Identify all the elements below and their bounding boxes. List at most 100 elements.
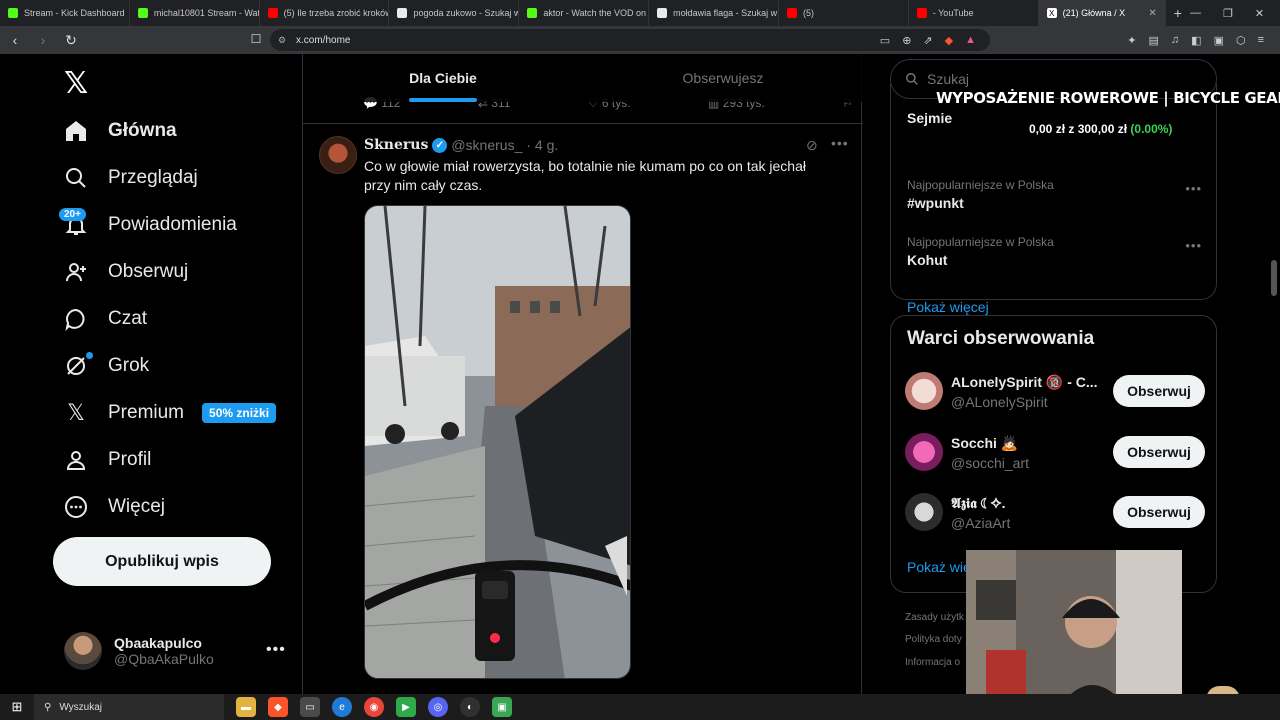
wallet-icon[interactable]: ▣ [1214, 34, 1224, 47]
follow-button[interactable]: Obserwuj [1113, 436, 1205, 468]
restore-icon[interactable]: ❐ [1223, 7, 1233, 20]
scrollbar-thumb[interactable] [1271, 260, 1277, 296]
trend-more-icon[interactable]: ••• [1185, 238, 1202, 253]
follow-suggestion[interactable]: ALonelySpirit 🔞 - C... @ALonelySpirit Ob… [905, 372, 1205, 418]
chrome-browser-icon[interactable]: ◉ [364, 697, 384, 717]
trend-item[interactable]: Najpopularniejsze w Polska #wpunkt [907, 178, 1054, 211]
follow-button[interactable]: Obserwuj [1113, 496, 1205, 528]
tab-title: Stream - Kick Dashboard [24, 8, 125, 18]
share-icon[interactable]: ⇗ [923, 34, 932, 47]
vpn-icon[interactable]: ⬡ [1236, 34, 1246, 47]
trend-title: Sejmie [907, 110, 953, 126]
brave-shield-icon[interactable]: ◆ [945, 34, 953, 47]
browser-tab[interactable]: michal10801 Stream - Watch L [130, 0, 260, 26]
tab-following[interactable]: Obserwujesz [583, 54, 863, 102]
tab-title: pogoda zukowo - Szukaj w Go [413, 8, 518, 18]
nav-item-more[interactable]: Więcej [62, 493, 165, 521]
page-scrollbar[interactable] [1268, 54, 1280, 694]
obs-icon[interactable]: ◐ [460, 697, 480, 717]
url-field[interactable]: ⚙ x.com/home ▭ ⊕ ⇗ ◆ ▲ [270, 29, 990, 51]
follow-suggestion[interactable]: Socchi 🙇🏻 @socchi_art Obserwuj [905, 433, 1205, 479]
media-player-icon[interactable]: ▶ [396, 697, 416, 717]
nav-item-explore[interactable]: Przeglądaj [62, 164, 198, 192]
tweet-author-handle[interactable]: @sknerus_ [451, 137, 522, 153]
edge-browser-icon[interactable]: e [332, 697, 352, 717]
suggestion-name: 𝕬𝖟𝖎𝖆 ☾✧. [951, 495, 1006, 511]
file-explorer-icon[interactable]: ▬ [236, 697, 256, 717]
nav-item-chat[interactable]: Czat [62, 305, 147, 333]
premium-discount-badge: 50% zniżki [202, 403, 277, 423]
brave-browser-icon[interactable]: ◆ [268, 697, 288, 717]
window-close-icon[interactable]: ✕ [1255, 7, 1264, 20]
footer-link[interactable]: Zasady użytk [905, 612, 964, 623]
nav-item-follow[interactable]: Obserwuj [62, 258, 188, 286]
reload-icon[interactable]: ↻ [64, 32, 78, 49]
footer-link[interactable]: Informacja o [905, 657, 960, 668]
reader-icon[interactable]: ▤ [1149, 34, 1159, 47]
windows-start-icon[interactable]: ⊞ [0, 699, 34, 715]
nav-item-premium[interactable]: 𝕏 Premium 50% zniżki [62, 399, 277, 427]
bookmark-icon[interactable]: ☐ [249, 32, 263, 46]
tweet-time[interactable]: · 4 g. [526, 137, 558, 153]
app-icon[interactable]: ▣ [492, 697, 512, 717]
avatar[interactable] [905, 372, 943, 410]
show-more-link[interactable]: Pokaż wię [907, 559, 971, 575]
minimize-icon[interactable]: — [1190, 7, 1201, 20]
browser-tab[interactable]: mołdawia flaga - Szukaj w Goo [649, 0, 779, 26]
nav-item-profile[interactable]: Profil [62, 446, 151, 474]
browser-tab[interactable]: (5) Ile trzeba zrobić kroków, że [260, 0, 390, 26]
extensions-icon[interactable]: ✦ [1127, 34, 1136, 47]
nav-item-notifications[interactable]: Powiadomienia [62, 211, 237, 239]
sidebar-icon[interactable]: ◧ [1191, 34, 1201, 47]
tweet-more-icon[interactable]: ••• [831, 135, 849, 151]
trend-context: Najpopularniejsze w Polska [907, 178, 1054, 192]
browser-tab[interactable]: pogoda zukowo - Szukaj w Go [389, 0, 520, 26]
terminal-icon[interactable]: ▭ [300, 697, 320, 717]
tab-for-you[interactable]: Dla Ciebie [303, 54, 583, 102]
x-logo-icon[interactable]: 𝕏 [64, 66, 88, 101]
grok-explain-icon[interactable]: ⊘ [806, 137, 818, 154]
follow-button[interactable]: Obserwuj [1113, 375, 1205, 407]
tab-title: michal10801 Stream - Watch L [153, 8, 259, 18]
browser-tab[interactable]: (5) [779, 0, 909, 26]
close-tab-icon[interactable]: ✕ [1148, 8, 1156, 19]
taskbar-search[interactable]: ⚲ Wyszukaj [34, 694, 224, 720]
media-icon[interactable]: ♫ [1171, 34, 1179, 46]
follow-suggestion[interactable]: 𝕬𝖟𝖎𝖆 ☾✧. @AziaArt Obserwuj [905, 493, 1205, 539]
x-icon: 𝕏 [67, 400, 85, 426]
browser-tab-active[interactable]: X (21) Główna / X ✕ [1038, 0, 1166, 26]
feed-tabs: Dla Ciebie Obserwujesz [303, 54, 863, 102]
trend-more-icon[interactable]: ••• [1185, 181, 1202, 196]
browser-tab[interactable]: Stream - Kick Dashboard [0, 0, 130, 26]
forward-icon[interactable]: › [36, 32, 50, 48]
notification-count-badge: 20+ [59, 208, 86, 221]
trend-item[interactable]: Najpopularniejsze w Polska Kohut [907, 235, 1054, 268]
browser-tab[interactable]: - YouTube [909, 0, 1039, 26]
menu-icon[interactable]: ≡ [1258, 34, 1264, 46]
trend-item[interactable]: Sejmie [907, 107, 952, 126]
site-info-icon[interactable]: ⚙ [278, 35, 286, 46]
back-icon[interactable]: ‹ [8, 32, 22, 48]
avatar[interactable] [905, 493, 943, 531]
tweet-author-name[interactable]: Sknerus [364, 137, 428, 153]
new-tab-icon[interactable]: + [1166, 5, 1190, 21]
tweet-video[interactable] [364, 205, 631, 679]
discord-icon[interactable]: ◎ [428, 697, 448, 717]
footer-link[interactable]: Polityka doty [905, 634, 962, 645]
avatar[interactable] [905, 433, 943, 471]
account-more-icon[interactable]: ••• [266, 641, 286, 659]
account-switcher[interactable]: Qbaakapulco @QbaAkaPulko [64, 632, 214, 670]
browser-tab[interactable]: aktor - Watch the VOD on Kick [519, 0, 650, 26]
search-input[interactable] [927, 71, 1187, 87]
zoom-icon[interactable]: ⊕ [902, 34, 911, 47]
nav-item-home[interactable]: Główna [62, 117, 177, 145]
nav-label: Powiadomienia [108, 214, 237, 235]
publish-post-button[interactable]: Opublikuj wpis [53, 537, 271, 586]
nav-item-grok[interactable]: Grok [62, 352, 149, 380]
active-tab-title: (21) Główna / X [1062, 8, 1126, 18]
brave-rewards-icon[interactable]: ▲ [965, 34, 976, 47]
trend-title: #wpunkt [907, 195, 964, 211]
cast-icon[interactable]: ▭ [880, 34, 890, 47]
show-more-link[interactable]: Pokaż więcej [907, 299, 989, 315]
tweet-author-avatar[interactable] [319, 136, 357, 174]
